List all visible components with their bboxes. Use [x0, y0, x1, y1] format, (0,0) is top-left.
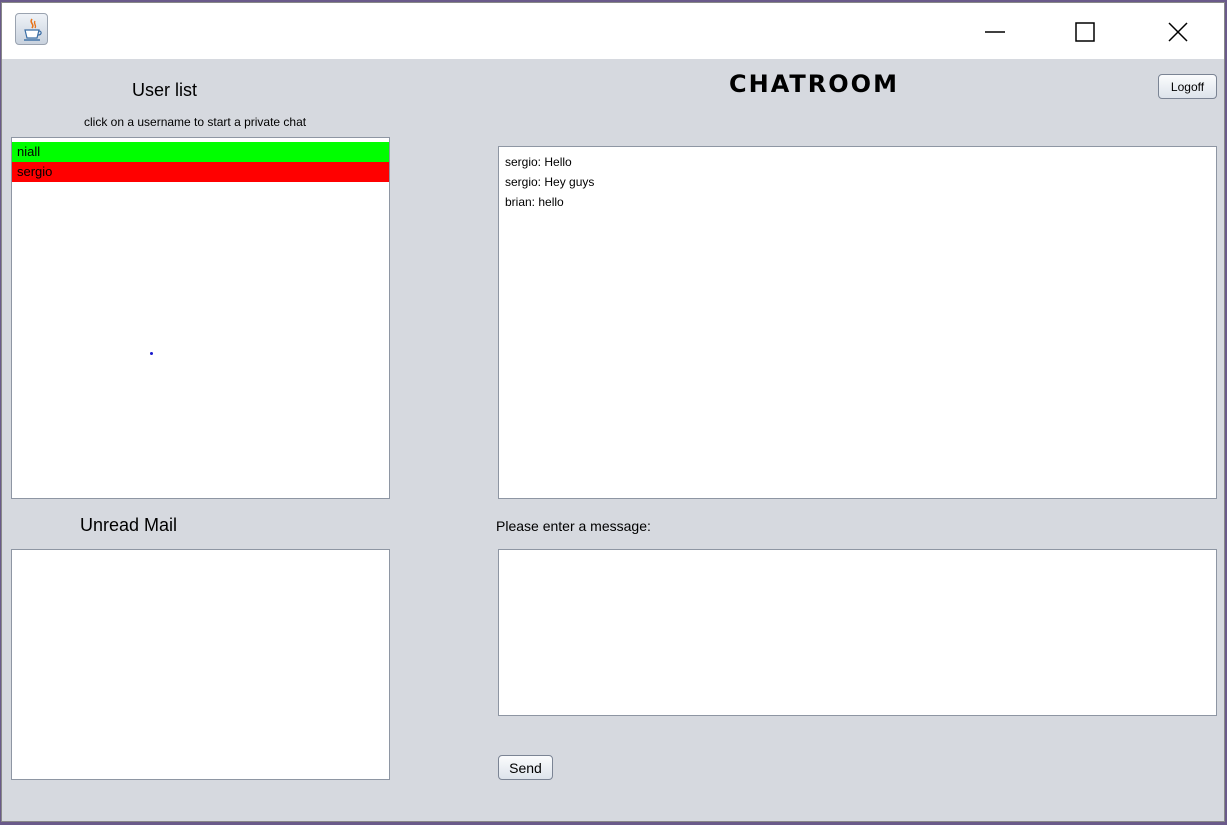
- cursor-dot: [150, 352, 153, 355]
- chatroom-title: CHATROOM: [729, 70, 899, 98]
- maximize-button[interactable]: [1061, 13, 1107, 49]
- chat-message: sergio: Hey guys: [505, 175, 595, 189]
- close-icon: [1168, 22, 1188, 42]
- minimize-icon: [985, 31, 1005, 33]
- send-button[interactable]: Send: [498, 755, 553, 780]
- logoff-button[interactable]: Logoff: [1158, 74, 1217, 99]
- chat-window: User list click on a username to start a…: [1, 2, 1225, 822]
- chat-message: sergio: Hello: [505, 155, 572, 169]
- user-item-sergio[interactable]: sergio: [12, 162, 389, 182]
- minimize-button[interactable]: [971, 13, 1017, 49]
- chat-message: brian: hello: [505, 195, 564, 209]
- user-item-niall[interactable]: niall: [12, 142, 389, 162]
- title-bar[interactable]: [2, 3, 1224, 59]
- close-button[interactable]: [1154, 13, 1200, 49]
- user-list-hint: click on a username to start a private c…: [84, 115, 307, 129]
- unread-mail-title: Unread Mail: [80, 515, 178, 535]
- user-list[interactable]: niall sergio: [11, 137, 390, 499]
- user-list-title: User list: [132, 80, 198, 100]
- chat-log[interactable]: sergio: Hello sergio: Hey guys brian: he…: [498, 146, 1217, 499]
- java-coffee-icon: [15, 13, 48, 45]
- message-prompt: Please enter a message:: [496, 518, 651, 534]
- unread-mail-list[interactable]: [11, 549, 390, 780]
- maximize-icon: [1075, 22, 1095, 42]
- message-input[interactable]: [498, 549, 1217, 716]
